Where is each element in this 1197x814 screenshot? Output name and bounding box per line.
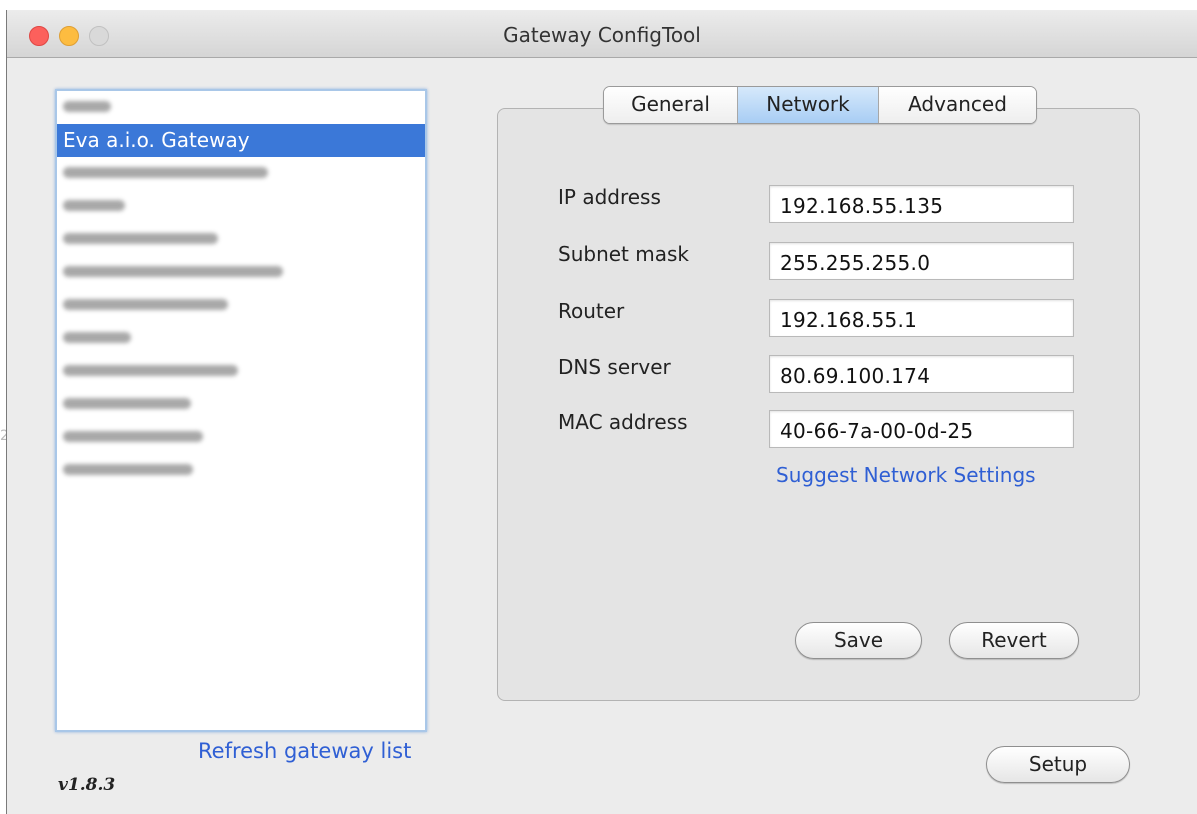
gateway-list-item[interactable] — [57, 91, 425, 124]
mac-address-label: MAC address — [558, 410, 688, 434]
gateway-list-item-selected[interactable]: Eva a.i.o. Gateway — [57, 124, 425, 157]
tab-bar: General Network Advanced — [603, 86, 1037, 124]
gateway-list-item[interactable] — [57, 388, 425, 421]
gateway-list-item[interactable] — [57, 190, 425, 223]
gateway-list-item[interactable] — [57, 256, 425, 289]
title-bar[interactable]: Gateway ConfigTool — [7, 10, 1197, 58]
gateway-list[interactable]: Eva a.i.o. Gateway — [55, 89, 427, 732]
tab-network[interactable]: Network — [737, 87, 878, 123]
suggest-network-settings-link[interactable]: Suggest Network Settings — [776, 463, 1036, 487]
subnet-mask-label: Subnet mask — [558, 242, 689, 266]
dns-server-field[interactable]: 80.69.100.174 — [769, 355, 1074, 393]
gateway-list-item[interactable] — [57, 157, 425, 190]
mac-address-field[interactable]: 40-66-7a-00-0d-25 — [769, 410, 1074, 448]
gateway-list-item[interactable] — [57, 421, 425, 454]
tab-general[interactable]: General — [604, 87, 737, 123]
version-label: v1.8.3 — [58, 775, 116, 795]
setup-button[interactable]: Setup — [986, 746, 1130, 783]
window-title: Gateway ConfigTool — [503, 23, 701, 47]
gateway-list-item[interactable] — [57, 322, 425, 355]
refresh-gateway-list-link[interactable]: Refresh gateway list — [198, 739, 411, 763]
gateway-list-item[interactable] — [57, 454, 425, 487]
gateway-list-item[interactable] — [57, 355, 425, 388]
revert-button[interactable]: Revert — [949, 622, 1079, 659]
gateway-list-item[interactable] — [57, 289, 425, 322]
subnet-mask-field[interactable]: 255.255.255.0 — [769, 242, 1074, 280]
router-field[interactable]: 192.168.55.1 — [769, 299, 1074, 337]
ip-address-label: IP address — [558, 185, 661, 209]
tab-advanced[interactable]: Advanced — [878, 87, 1036, 123]
gateway-item-label: Eva a.i.o. Gateway — [63, 128, 250, 152]
save-button[interactable]: Save — [795, 622, 922, 659]
ip-address-field[interactable]: 192.168.55.135 — [769, 185, 1074, 223]
router-label: Router — [558, 299, 625, 323]
gateway-list-item[interactable] — [57, 223, 425, 256]
dns-server-label: DNS server — [558, 355, 671, 379]
